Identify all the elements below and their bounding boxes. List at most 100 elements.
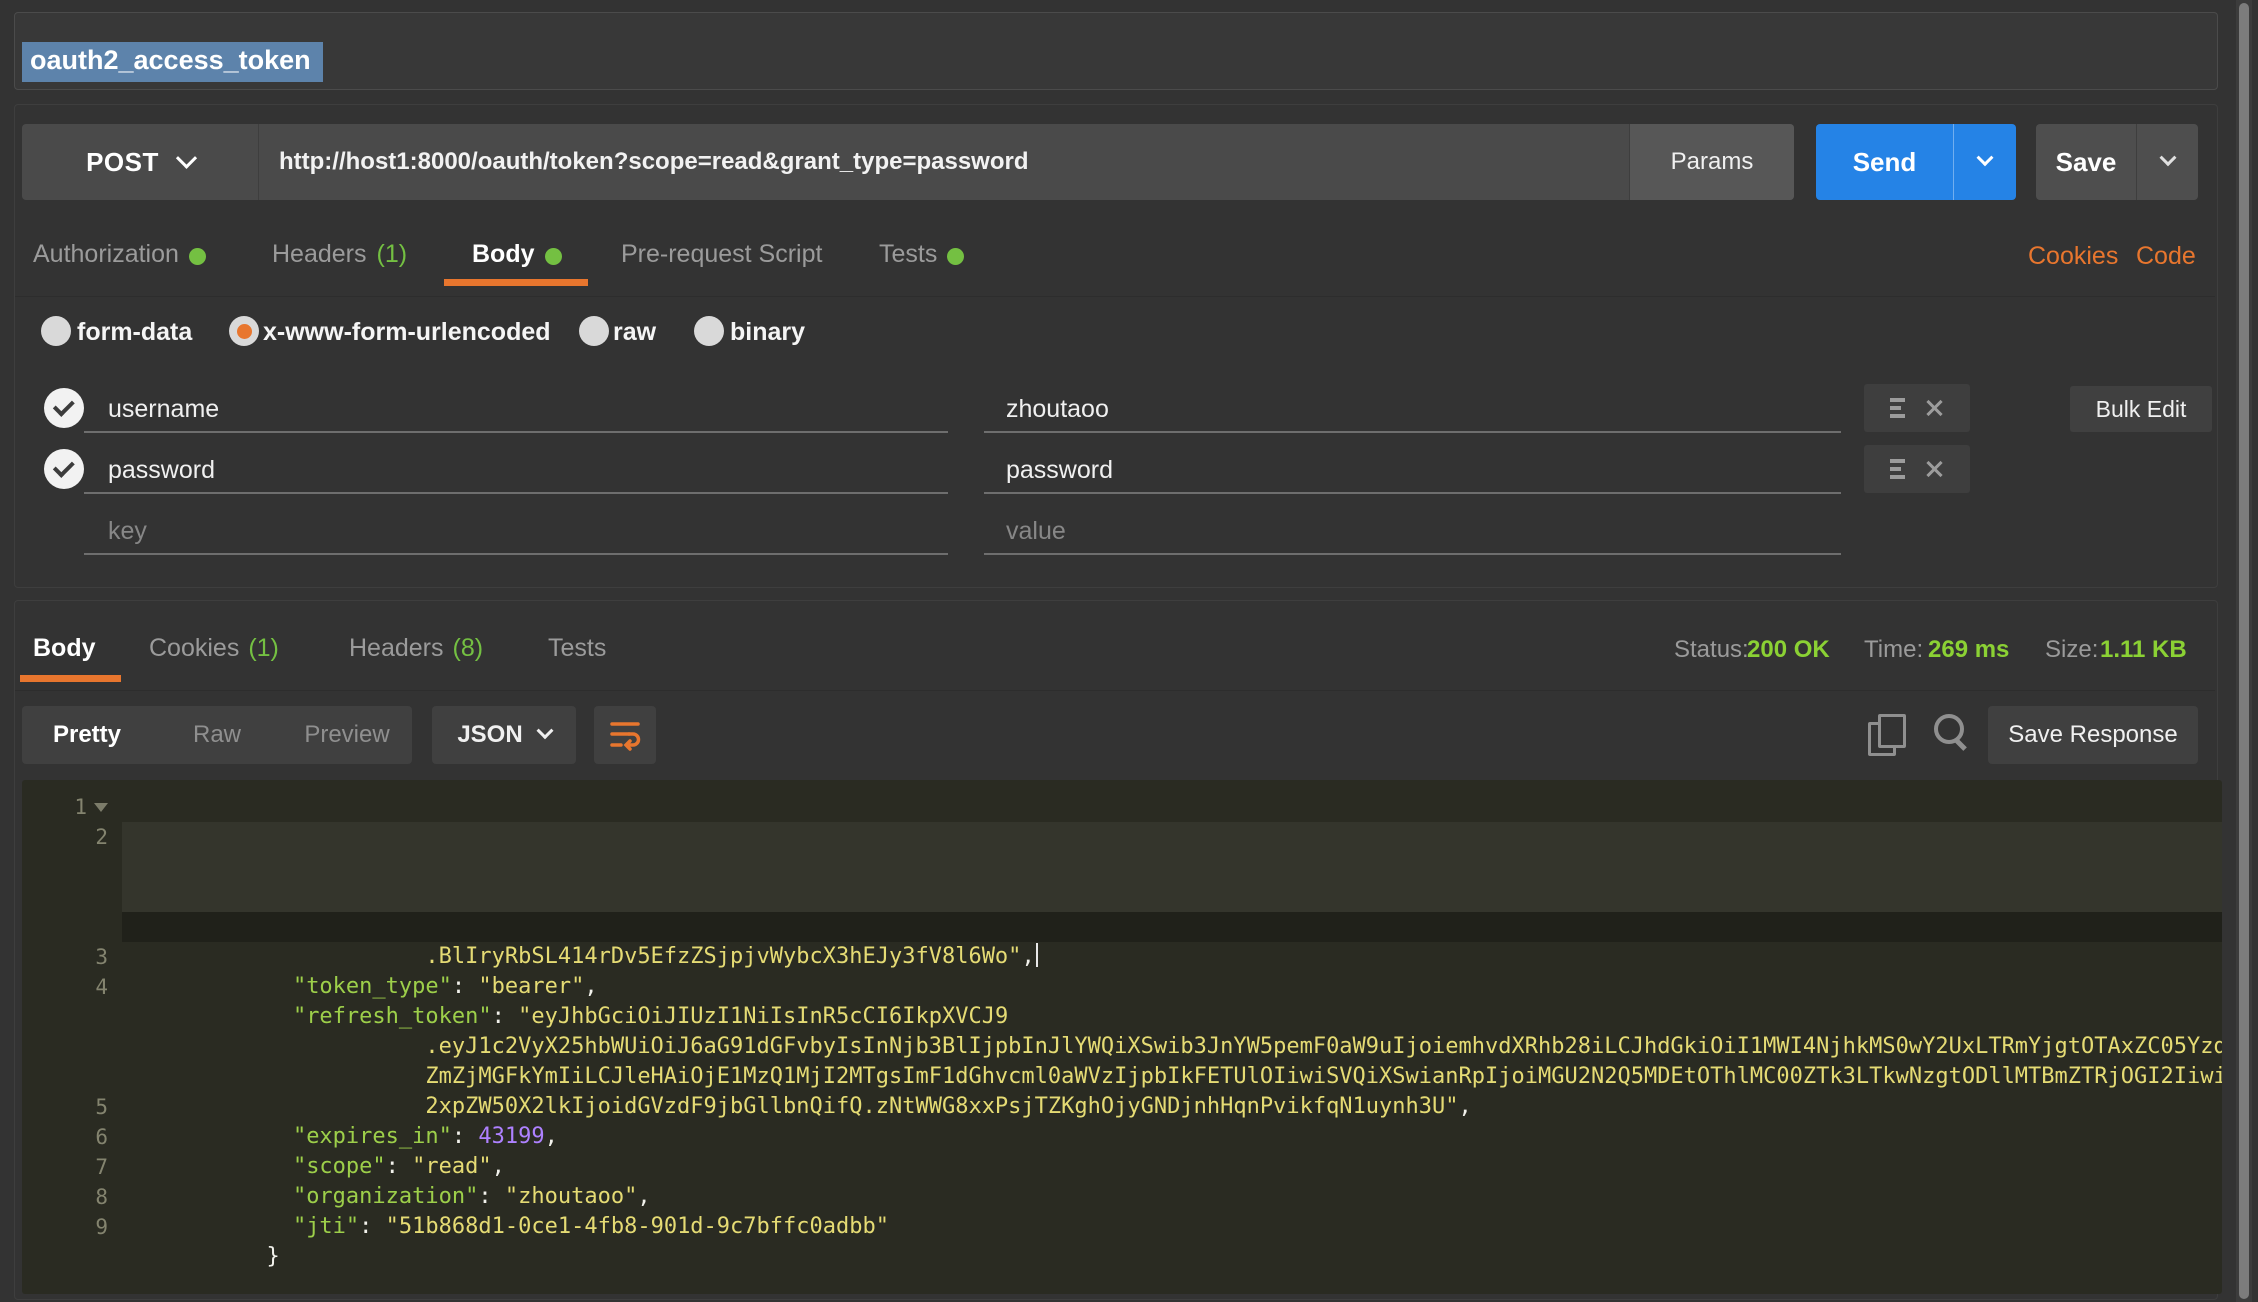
code-line: ZmZjMGFkYmIiLCJleHAiOjE1MzQ1MjI2MTgsImF1…: [22, 1032, 2222, 1062]
code-line: 9 }: [22, 1212, 2222, 1242]
value-input[interactable]: [1004, 512, 1648, 550]
response-tab-tests[interactable]: Tests: [548, 634, 606, 663]
active-tab-underline: [444, 279, 588, 286]
radio-form-data[interactable]: [41, 316, 71, 346]
size-value: 1.11 KB: [2100, 636, 2187, 664]
check-icon: [52, 456, 74, 478]
line-number-gutter: [22, 1062, 122, 1092]
input-underline: [984, 553, 1841, 555]
line-number: 8: [95, 1185, 108, 1209]
response-tab-headers[interactable]: Headers (8): [349, 634, 483, 663]
url-bar: POST Params: [22, 124, 1794, 200]
save-label: Save: [2036, 124, 2136, 200]
key-input[interactable]: [106, 390, 750, 428]
code-text: "token_type": "bearer",: [122, 942, 2222, 972]
code-text: TUlOIiwiSVQiXSwianRpIjoiNTFiODY4ZDEtMGNl…: [122, 882, 2222, 912]
tab-pre-request-script[interactable]: Pre-request Script: [621, 240, 822, 269]
radio-raw[interactable]: [579, 316, 609, 346]
line-number: 5: [95, 1095, 108, 1119]
code-text: {: [122, 792, 2222, 822]
tab-tests[interactable]: Tests: [879, 240, 964, 269]
request-name-title[interactable]: oauth2_access_token: [22, 42, 323, 82]
line-number-gutter: [22, 852, 122, 882]
code-line: 4 "refresh_token": "eyJhbGciOiJIUzI1NiIs…: [22, 972, 2222, 1002]
key-input[interactable]: [106, 451, 750, 489]
radio-raw-label[interactable]: raw: [613, 318, 656, 347]
key-input[interactable]: [106, 512, 750, 550]
code-link[interactable]: Code: [2136, 242, 2196, 271]
input-underline: [84, 553, 948, 555]
line-number: 4: [95, 975, 108, 999]
view-mode-preview[interactable]: Preview: [282, 706, 412, 764]
radio-form-data-label[interactable]: form-data: [77, 318, 192, 347]
send-label: Send: [1816, 124, 1953, 200]
line-number-gutter: 3: [22, 942, 122, 972]
active-tab-underline: [20, 675, 121, 682]
language-dropdown[interactable]: JSON: [432, 706, 576, 764]
line-number-gutter: 4: [22, 972, 122, 1002]
tab-body[interactable]: Body: [472, 240, 562, 269]
method-dropdown[interactable]: POST: [22, 124, 258, 200]
response-tab-cookies[interactable]: Cookies (1): [149, 634, 279, 663]
save-options-caret[interactable]: [2136, 124, 2198, 200]
url-input[interactable]: [259, 124, 1629, 200]
word-wrap-button[interactable]: [594, 706, 656, 764]
bulk-edit-button[interactable]: Bulk Edit: [2070, 386, 2212, 432]
row-enabled-checkbox[interactable]: [44, 449, 84, 489]
code-line: TUlOIiwiSVQiXSwianRpIjoiNTFiODY4ZDEtMGNl…: [22, 882, 2222, 912]
row-enabled-checkbox[interactable]: [44, 388, 84, 428]
row-actions: [1864, 384, 1970, 432]
tab-authorization[interactable]: Authorization: [33, 240, 206, 269]
line-number-gutter: [22, 1032, 122, 1062]
radio-selected-dot: [237, 324, 252, 339]
radio-x-www-form-urlencoded-label[interactable]: x-www-form-urlencoded: [263, 318, 551, 347]
status-value: 200 OK: [1747, 636, 1830, 664]
line-number: 9: [95, 1215, 108, 1239]
line-number-gutter: 5: [22, 1092, 122, 1122]
response-body-viewer: 1 { 2 "access_token": "eyJhbGciOiJIUzI1N…: [22, 780, 2222, 1294]
radio-binary[interactable]: [694, 316, 724, 346]
code-text: .eyJ1c2VyX25hbWUiOiJ6aG91dGFvbyIsInNjb3B…: [122, 1002, 2222, 1032]
code-line: .BlIryRbSL414rDv5EfzZSjpjvWybcX3hEJy3fV8…: [22, 912, 2222, 942]
line-number-gutter: 2: [22, 822, 122, 852]
row-actions: [1864, 445, 1970, 493]
drag-handle-icon[interactable]: [1890, 459, 1905, 479]
radio-binary-label[interactable]: binary: [730, 318, 805, 347]
divider: [15, 690, 2215, 691]
radio-x-www-form-urlencoded[interactable]: [229, 316, 259, 346]
code-line: .eyJ1c2VyX25hbWUiOiJ6aG91dGFvbyIsInNjb3B…: [22, 1002, 2222, 1032]
remove-row-icon[interactable]: [1923, 458, 1945, 480]
scrollbar-thumb[interactable]: [2239, 3, 2249, 1299]
request-title-panel: [14, 12, 2218, 90]
cookies-link[interactable]: Cookies: [2028, 242, 2118, 271]
drag-handle-icon[interactable]: [1890, 398, 1905, 418]
code-text: "access_token": "eyJhbGciOiJIUzI1NiIsInR…: [122, 822, 2222, 852]
code-line: 5 "expires_in": 43199,: [22, 1092, 2222, 1122]
line-number-gutter: 7: [22, 1152, 122, 1182]
tab-headers[interactable]: Headers (1): [272, 240, 407, 269]
line-number-gutter: 9: [22, 1212, 122, 1242]
code-line: .eyJ1c2VyX25hbWUiOiJ6aG91dGFvbyIsInNjb3B…: [22, 852, 2222, 882]
code-text: ZmZjMGFkYmIiLCJleHAiOjE1MzQ1MjI2MTgsImF1…: [122, 1032, 2222, 1062]
response-tab-body[interactable]: Body: [33, 634, 96, 663]
line-number: 3: [95, 945, 108, 969]
headers-count: (8): [453, 634, 484, 663]
method-label: POST: [86, 147, 159, 178]
view-mode-raw[interactable]: Raw: [152, 706, 282, 764]
copy-response-icon[interactable]: [1868, 714, 1908, 756]
time-label: Time:: [1864, 636, 1923, 664]
value-input[interactable]: [1004, 451, 1648, 489]
fold-arrow-icon[interactable]: [94, 803, 108, 812]
params-button[interactable]: Params: [1629, 124, 1794, 200]
value-input[interactable]: [1004, 390, 1648, 428]
view-mode-pretty[interactable]: Pretty: [22, 706, 152, 764]
code-text: 2xpZW50X2lkIjoidGVzdF9jbGllbnQifQ.zNtWWG…: [122, 1062, 2222, 1092]
send-button[interactable]: Send: [1816, 124, 2016, 200]
code-line: 6 "scope": "read",: [22, 1122, 2222, 1152]
remove-row-icon[interactable]: [1923, 397, 1945, 419]
save-button[interactable]: Save: [2036, 124, 2198, 200]
search-icon[interactable]: [1932, 712, 1972, 754]
send-options-caret[interactable]: [1953, 124, 2016, 200]
input-underline: [984, 492, 1841, 494]
save-response-button[interactable]: Save Response: [1988, 706, 2198, 764]
